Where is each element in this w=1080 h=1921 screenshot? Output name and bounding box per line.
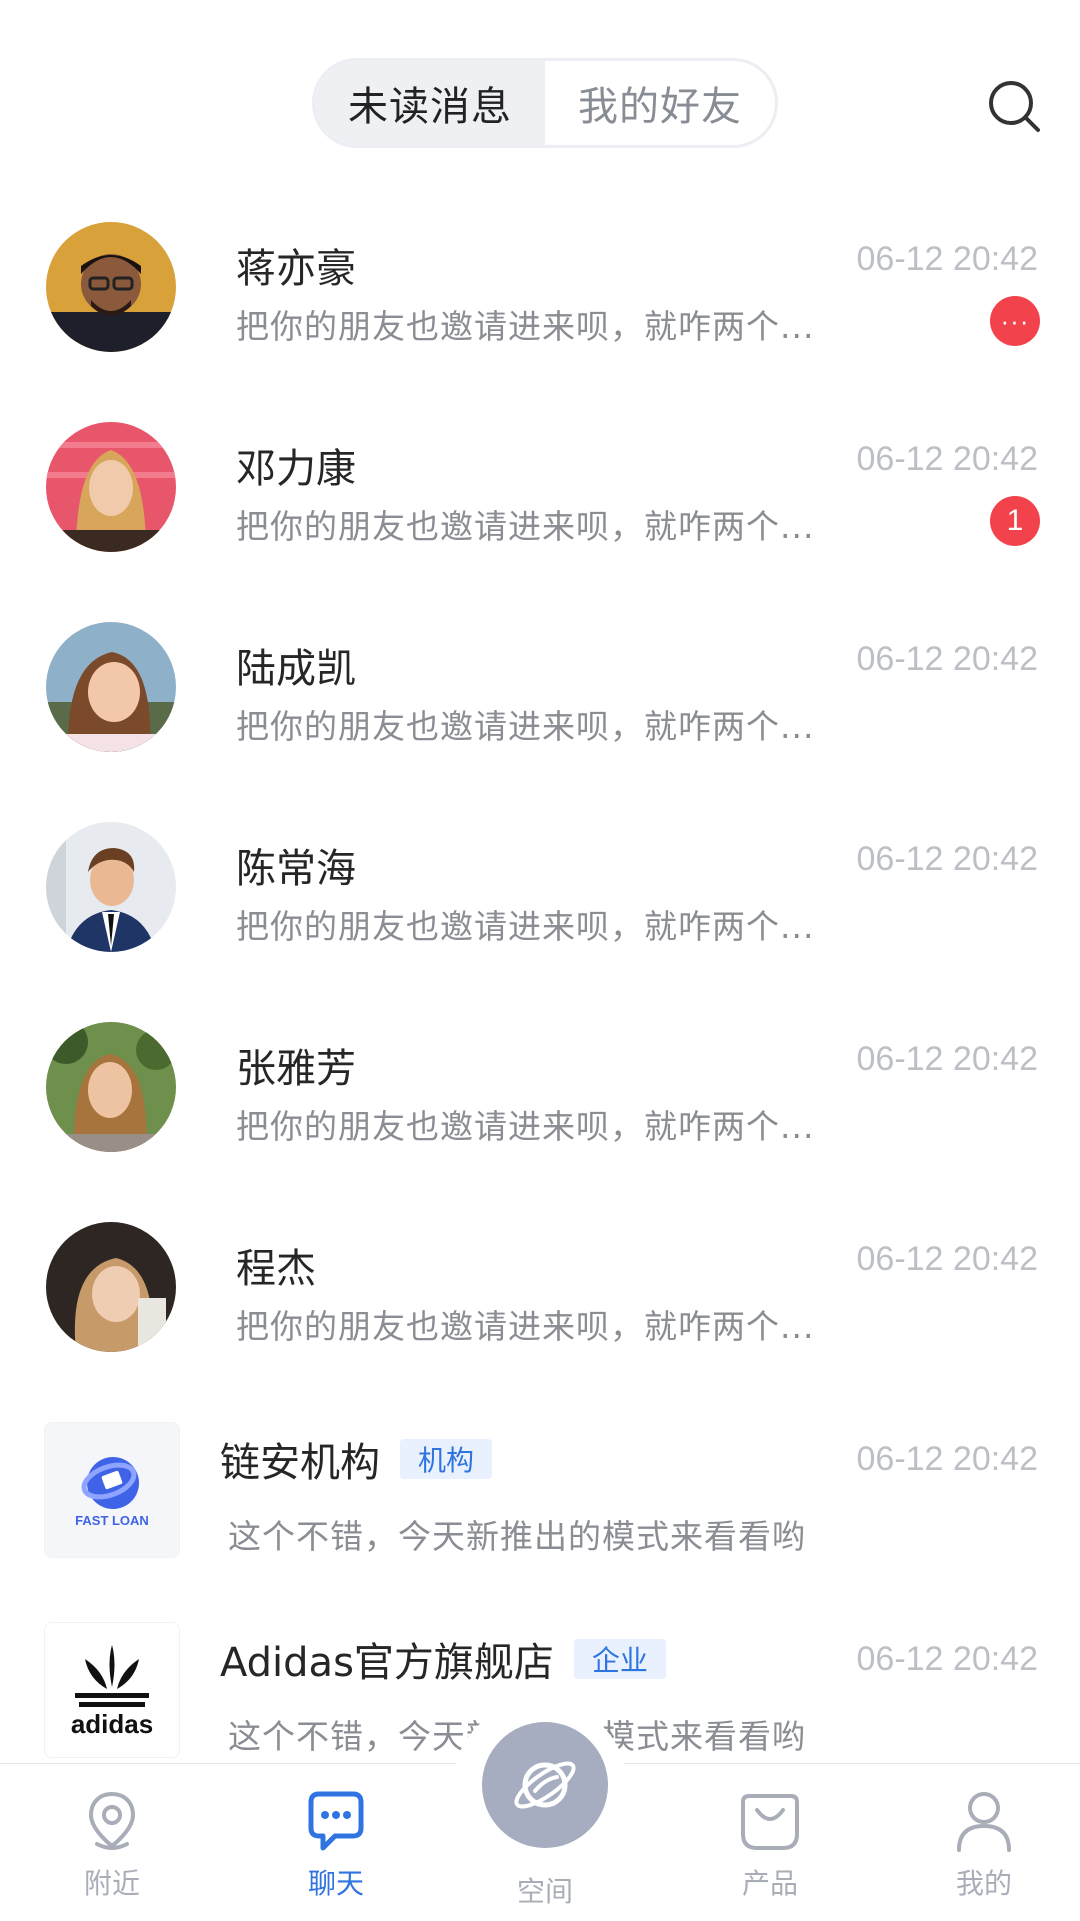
avatar[interactable] — [46, 222, 176, 352]
contact-name: 链安机构 — [220, 1440, 380, 1486]
tab-label: 产品 — [741, 1867, 798, 1900]
location-pin-icon — [88, 1791, 136, 1850]
message-preview: 把你的朋友也邀请进来呗，就咋两个... — [236, 307, 815, 346]
message-segmented-control: 未读消息 我的好友 — [312, 58, 778, 148]
fast-loan-logo[interactable]: FAST LOAN — [44, 1422, 180, 1558]
planet-icon — [514, 1761, 576, 1809]
contact-name: 邓力康 — [236, 446, 356, 492]
contact-name: 蒋亦豪 — [236, 246, 356, 292]
fast-loan-logo-text: FAST LOAN — [75, 1513, 149, 1528]
contact-name: 张雅芳 — [236, 1046, 356, 1092]
message-timestamp: 06-12 20:42 — [856, 640, 1039, 678]
message-preview: 把你的朋友也邀请进来呗，就咋两个... — [236, 507, 815, 546]
conversation-list: 蒋亦豪 06-12 20:42 把你的朋友也邀请进来呗，就咋两个... ··· … — [0, 200, 1080, 1800]
tab-unread-messages[interactable]: 未读消息 — [315, 61, 545, 145]
tab-label: 空间 — [516, 1875, 573, 1908]
contact-name-row: 链安机构 机构 — [220, 1430, 493, 1488]
message-preview: 把你的朋友也邀请进来呗，就咋两个... — [236, 1107, 815, 1146]
tab-my-friends[interactable]: 我的好友 — [545, 61, 775, 145]
conversation-item[interactable]: 蒋亦豪 06-12 20:42 把你的朋友也邀请进来呗，就咋两个... ··· — [0, 200, 1080, 400]
conversation-item[interactable]: 陈常海 06-12 20:42 把你的朋友也邀请进来呗，就咋两个... — [0, 800, 1080, 1000]
user-icon — [957, 1792, 1011, 1852]
contact-name: Adidas官方旗舰店 — [220, 1640, 554, 1686]
adidas-logo[interactable]: adidas — [44, 1622, 180, 1758]
conversation-item[interactable]: 张雅芳 06-12 20:42 把你的朋友也邀请进来呗，就咋两个... — [0, 1000, 1080, 1200]
conversation-item[interactable]: 邓力康 06-12 20:42 把你的朋友也邀请进来呗，就咋两个... 1 — [0, 400, 1080, 600]
avatar[interactable] — [46, 822, 176, 952]
message-timestamp: 06-12 20:42 — [856, 440, 1039, 478]
message-preview: 把你的朋友也邀请进来呗，就咋两个... — [236, 1307, 815, 1346]
contact-name: 陈常海 — [236, 846, 356, 892]
conversation-item[interactable]: 程杰 06-12 20:42 把你的朋友也邀请进来呗，就咋两个... — [0, 1200, 1080, 1400]
tab-label: 附近 — [83, 1867, 140, 1900]
avatar[interactable] — [46, 1222, 176, 1352]
conversation-item[interactable]: FAST LOAN 链安机构 机构 06-12 20:42 这个不错，今天新推出… — [0, 1400, 1080, 1600]
contact-name-row: Adidas官方旗舰店 企业 — [220, 1630, 666, 1688]
conversation-item[interactable]: 陆成凯 06-12 20:42 把你的朋友也邀请进来呗，就咋两个... — [0, 600, 1080, 800]
message-preview: 这个不错，今天新推出的模式来看看哟 — [228, 1517, 806, 1556]
message-preview: 把你的朋友也邀请进来呗，就咋两个... — [236, 707, 815, 746]
message-timestamp: 06-12 20:42 — [856, 1040, 1039, 1078]
account-type-tag: 机构 — [400, 1439, 493, 1479]
avatar[interactable] — [46, 1022, 176, 1152]
shopping-bag-icon — [741, 1794, 799, 1850]
tab-mine[interactable]: 我的 — [904, 1764, 1064, 1921]
tab-label: 我的 — [955, 1867, 1012, 1900]
avatar[interactable] — [46, 422, 176, 552]
unread-badge: 1 — [990, 496, 1040, 546]
message-timestamp: 06-12 20:42 — [856, 240, 1039, 278]
message-timestamp: 06-12 20:42 — [856, 1640, 1039, 1678]
tab-label: 聊天 — [307, 1867, 364, 1900]
chat-bubble-icon — [308, 1791, 364, 1851]
contact-name: 陆成凯 — [236, 646, 356, 692]
message-preview: 把你的朋友也邀请进来呗，就咋两个... — [236, 907, 815, 946]
message-timestamp: 06-12 20:42 — [856, 1240, 1039, 1278]
adidas-logo-text: adidas — [71, 1709, 153, 1739]
search-icon[interactable] — [986, 78, 1042, 134]
contact-name: 程杰 — [236, 1246, 316, 1292]
message-timestamp: 06-12 20:42 — [856, 840, 1039, 878]
tab-products[interactable]: 产品 — [690, 1764, 850, 1921]
unread-badge: ··· — [990, 296, 1040, 346]
tab-chat[interactable]: 聊天 — [256, 1764, 416, 1921]
message-timestamp: 06-12 20:42 — [856, 1440, 1039, 1478]
avatar[interactable] — [46, 622, 176, 752]
tab-space[interactable] — [482, 1722, 608, 1848]
account-type-tag: 企业 — [573, 1639, 666, 1679]
tab-nearby[interactable]: 附近 — [32, 1764, 192, 1921]
